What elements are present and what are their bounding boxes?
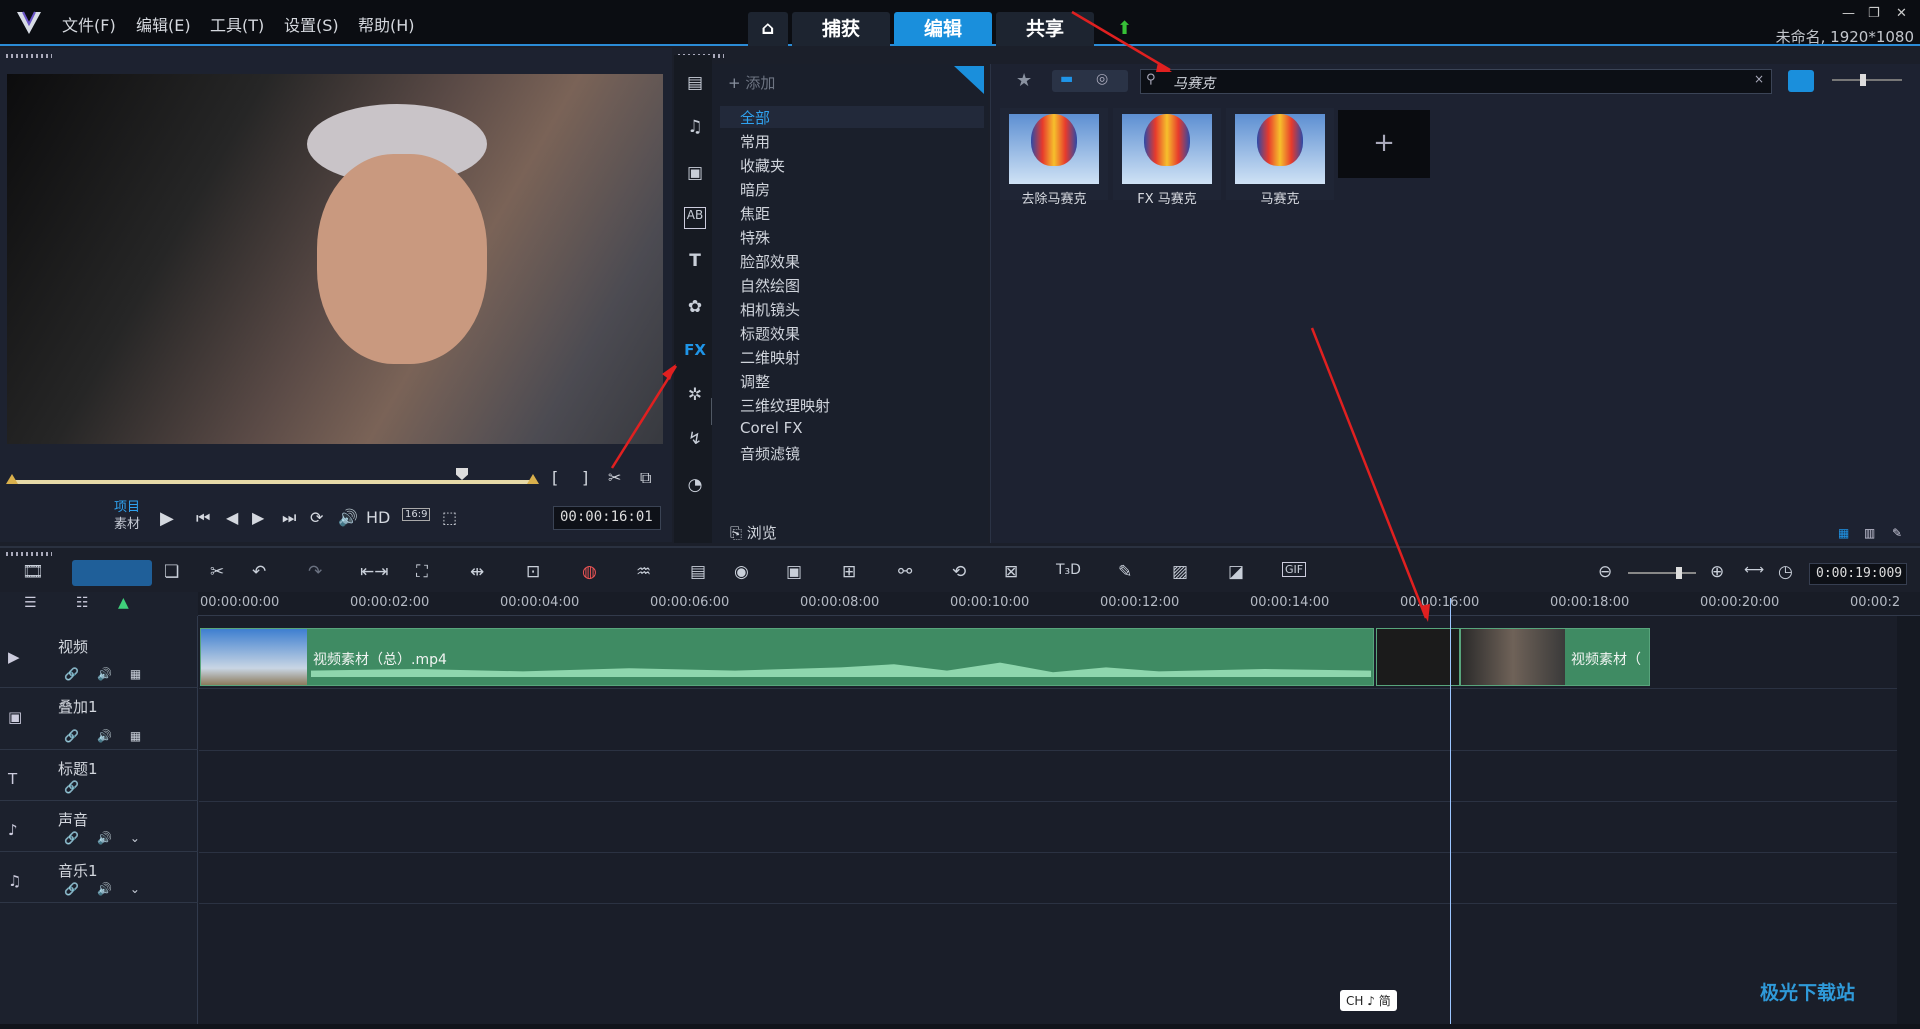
arrow-to-timeline (1310, 327, 1428, 619)
annotation-arrows (610, 10, 1430, 622)
arrowhead (1420, 604, 1430, 622)
arrowhead (1156, 62, 1172, 72)
arrowhead (662, 364, 676, 380)
arrow-to-search (1071, 10, 1171, 72)
arrow-to-fx (610, 365, 678, 469)
